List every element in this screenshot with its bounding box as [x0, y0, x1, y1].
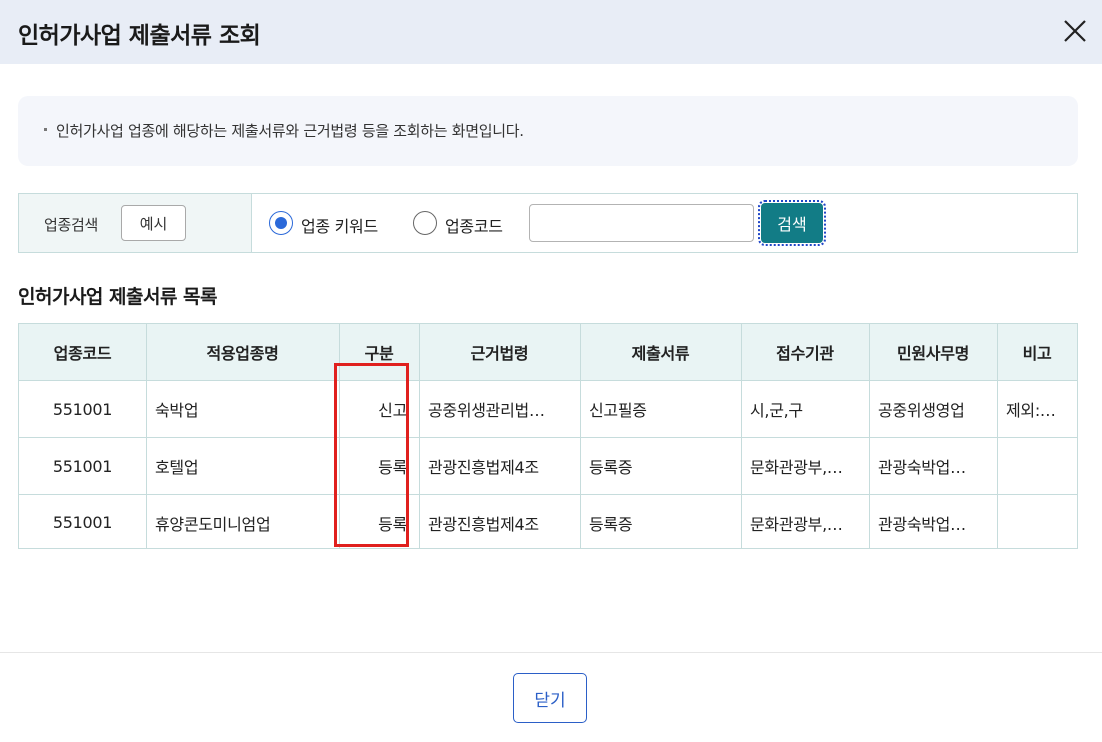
- cell-service: 관광숙박업…: [878, 514, 966, 534]
- column-header[interactable]: 접수기관: [741, 324, 869, 380]
- column-divider: [869, 324, 870, 548]
- search-input[interactable]: [529, 204, 754, 242]
- example-button[interactable]: 예시: [121, 205, 186, 241]
- cell-document: 등록증: [589, 458, 633, 477]
- column-header[interactable]: 업종코드: [19, 324, 146, 380]
- close-button[interactable]: 닫기: [513, 673, 587, 723]
- cell-remark: [997, 495, 1077, 550]
- modal-title: 인허가사업 제출서류 조회: [18, 23, 261, 49]
- column-header[interactable]: 근거법령: [419, 324, 580, 380]
- cell-law: 관광진흥법제4조: [428, 514, 539, 534]
- column-divider: [146, 324, 147, 548]
- cell-code: 551001: [52, 513, 113, 532]
- cell-document: 등록증: [589, 514, 633, 534]
- column-divider: [580, 324, 581, 548]
- cell-code: 551001: [52, 456, 113, 476]
- cell-industry: 호텔업: [155, 458, 199, 477]
- column-header[interactable]: 구분: [339, 324, 419, 380]
- cell-law: 공중위생관리법…: [428, 401, 545, 420]
- column-divider: [741, 324, 742, 548]
- column-header[interactable]: 제출서류: [580, 324, 741, 380]
- table-row[interactable]: 551001 휴양콘도미니엄업 등록 관광진흥법제4조 등록증 문화관광부,… …: [19, 495, 1077, 550]
- column-header[interactable]: 적용업종명: [146, 324, 339, 380]
- search-button[interactable]: 검색: [758, 200, 826, 246]
- radio-keyword[interactable]: [269, 211, 293, 235]
- cell-industry: 숙박업: [155, 401, 199, 420]
- column-divider: [997, 324, 998, 548]
- cell-remark: [997, 438, 1077, 494]
- cell-remark: 제외:…: [1006, 401, 1056, 420]
- cell-agency: 시,군,구: [750, 401, 803, 420]
- cell-law: 관광진흥법제4조: [428, 458, 539, 477]
- bullet-icon: [44, 128, 47, 131]
- info-box: 인허가사업 업종에 해당하는 제출서류와 근거법령 등을 조회하는 화면입니다.: [18, 96, 1078, 166]
- info-text: 인허가사업 업종에 해당하는 제출서류와 근거법령 등을 조회하는 화면입니다.: [56, 122, 524, 140]
- cell-code: 551001: [52, 399, 113, 419]
- cell-type: 신고: [378, 401, 407, 420]
- cell-document: 신고필증: [589, 401, 647, 420]
- cell-service: 관광숙박업…: [878, 458, 966, 477]
- cell-agency: 문화관광부,…: [750, 458, 843, 477]
- table-row[interactable]: 551001 호텔업 등록 관광진흥법제4조 등록증 문화관광부,… 관광숙박업…: [19, 438, 1077, 495]
- radio-keyword-label[interactable]: 업종 키워드: [301, 213, 378, 237]
- cell-type: 등록: [378, 514, 407, 534]
- radio-code[interactable]: [413, 211, 437, 235]
- cell-industry: 휴양콘도미니엄업: [155, 514, 271, 534]
- table-row[interactable]: 551001 숙박업 신고 공중위생관리법… 신고필증 시,군,구 공중위생영업…: [19, 381, 1077, 438]
- table-header: 업종코드 적용업종명 구분 근거법령 제출서류 접수기관 민원사무명 비고: [19, 324, 1077, 381]
- list-title: 인허가사업 제출서류 목록: [18, 286, 218, 308]
- footer-divider: [0, 652, 1102, 653]
- search-label-cell: 업종검색 예시: [19, 194, 252, 252]
- column-divider: [339, 324, 340, 548]
- cell-service: 공중위생영업: [878, 401, 965, 420]
- cell-type: 등록: [378, 458, 407, 477]
- submission-documents-modal: 인허가사업 제출서류 조회 인허가사업 업종에 해당하는 제출서류와 근거법령 …: [0, 0, 1102, 742]
- modal-header: 인허가사업 제출서류 조회: [0, 0, 1102, 64]
- column-divider: [419, 324, 420, 548]
- documents-table: 업종코드 적용업종명 구분 근거법령 제출서류 접수기관 민원사무명 비고 55…: [18, 323, 1078, 549]
- close-icon[interactable]: [1060, 16, 1090, 46]
- column-header[interactable]: 민원사무명: [869, 324, 997, 380]
- radio-code-label[interactable]: 업종코드: [445, 213, 503, 237]
- search-panel: 업종검색 예시 업종 키워드 업종코드 검색: [18, 193, 1078, 253]
- column-header[interactable]: 비고: [997, 324, 1077, 380]
- search-label: 업종검색: [44, 216, 99, 234]
- cell-agency: 문화관광부,…: [750, 514, 843, 534]
